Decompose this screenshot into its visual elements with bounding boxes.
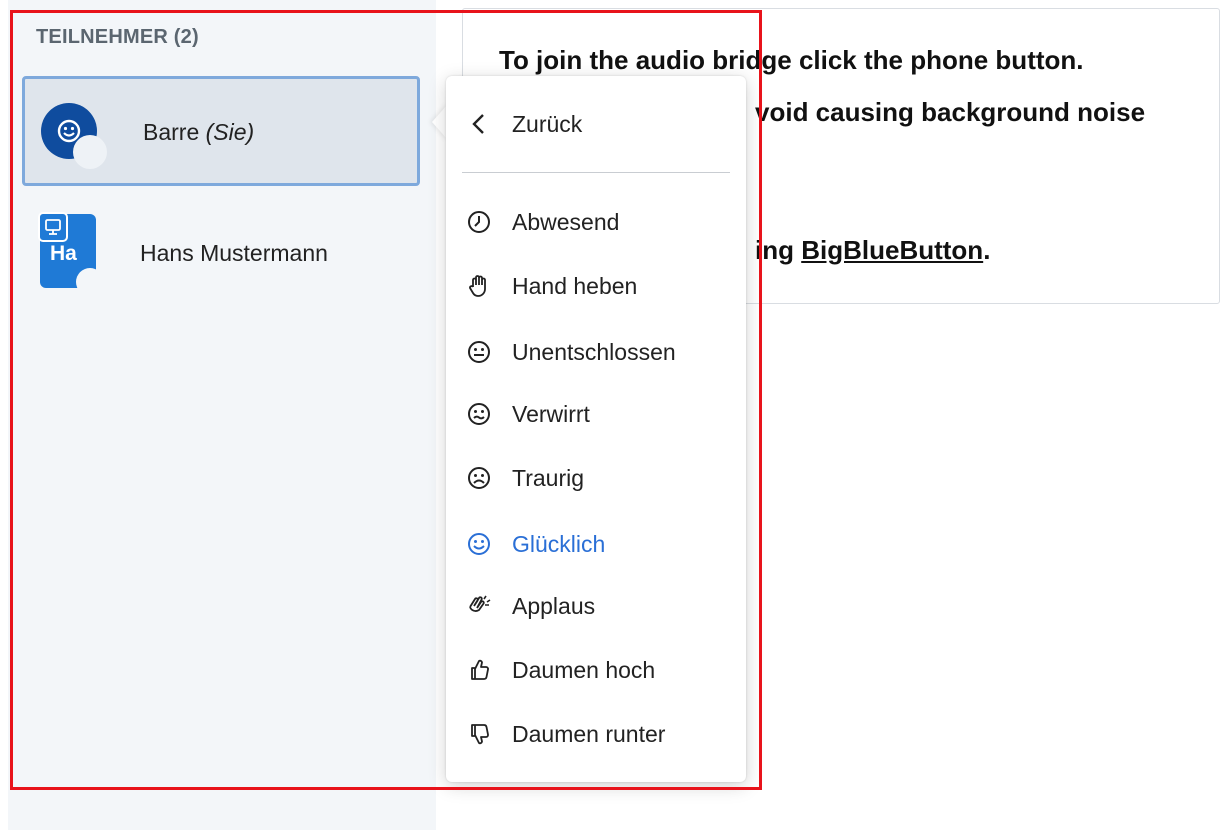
menu-item-neutral[interactable]: Unentschlossen — [462, 330, 732, 374]
confused-face-icon — [462, 397, 496, 431]
happy-face-icon — [462, 527, 496, 561]
participants-title: TEILNEHMER (2) — [36, 26, 199, 48]
menu-item-thumbs-up[interactable]: Daumen hoch — [462, 648, 732, 692]
self-suffix: (Sie) — [205, 119, 255, 145]
menu-item-happy[interactable]: Glücklich — [462, 522, 732, 566]
welcome-line-3: ing BigBlueButton. — [755, 235, 991, 265]
menu-item-confused[interactable]: Verwirrt — [462, 392, 732, 436]
status-dot — [73, 135, 107, 169]
menu-item-away[interactable]: Abwesend — [462, 200, 732, 244]
welcome-line-2: void causing background noise — [755, 97, 1146, 127]
back-label: Zurück — [512, 110, 583, 137]
user-initials: Ha — [50, 242, 77, 265]
raised-hand-icon — [462, 269, 496, 303]
menu-item-applause[interactable]: Applaus — [462, 584, 732, 628]
user-item-hans[interactable]: Ha Hans Mustermann — [22, 200, 420, 296]
presenter-icon — [38, 212, 68, 242]
menu-back-button[interactable]: Zurück — [462, 102, 732, 146]
clock-icon — [462, 205, 496, 239]
user-item-self[interactable]: Barre (Sie) — [22, 76, 420, 186]
thumbs-down-icon — [462, 717, 496, 751]
menu-item-thumbs-down[interactable]: Daumen runter — [462, 712, 732, 756]
bigbluebutton-link[interactable]: BigBlueButton — [801, 235, 983, 265]
user-avatar — [41, 103, 107, 169]
applause-icon — [462, 589, 496, 623]
thumbs-up-icon — [462, 653, 496, 687]
welcome-line-1: To join the audio bridge click the phone… — [499, 45, 1084, 75]
user-name-self: Barre (Sie) — [143, 119, 255, 145]
menu-item-sad[interactable]: Traurig — [462, 456, 732, 500]
menu-item-raise-hand[interactable]: Hand heben — [462, 264, 732, 308]
user-name-hans: Hans Mustermann — [140, 240, 328, 266]
user-avatar: Ha — [38, 212, 104, 296]
chevron-left-icon — [462, 107, 496, 141]
status-dot — [76, 268, 104, 296]
status-menu: Zurück Abwesend Hand heben Unentschlosse… — [446, 76, 746, 782]
menu-divider — [462, 172, 730, 173]
neutral-face-icon — [462, 335, 496, 369]
sad-face-icon — [462, 461, 496, 495]
